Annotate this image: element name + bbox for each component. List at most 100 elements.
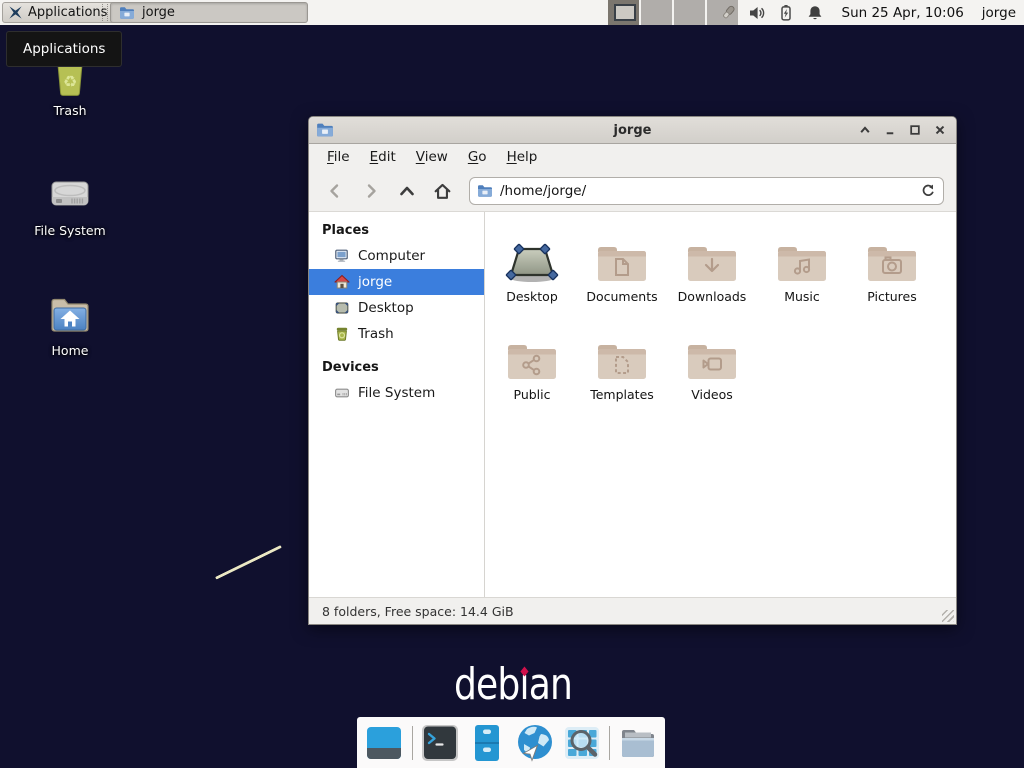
sidebar-item-label: Trash bbox=[358, 326, 394, 342]
application-finder-icon[interactable] bbox=[562, 722, 603, 763]
folder-item-pictures[interactable]: Pictures bbox=[847, 226, 937, 324]
desktop-icon-label: Home bbox=[22, 344, 118, 358]
window-folder-icon bbox=[316, 121, 334, 139]
sidebar-item-jorge[interactable]: jorge bbox=[309, 269, 484, 295]
trash-mini-icon bbox=[334, 326, 350, 342]
window-body: Places Computer bbox=[309, 212, 956, 597]
menu-help[interactable]: Help bbox=[497, 144, 548, 171]
xfce-applications-icon bbox=[8, 5, 23, 20]
top-panel: Applications jorge bbox=[0, 0, 1024, 25]
menu-bar: File Edit View Go Help bbox=[309, 144, 956, 171]
minimize-button[interactable] bbox=[882, 122, 898, 138]
up-button[interactable] bbox=[391, 177, 422, 205]
desktop-icon-label: Trash bbox=[22, 104, 118, 118]
system-tray: Sun 25 Apr, 10:06 jorge bbox=[718, 0, 1024, 25]
folder-item-downloads[interactable]: Downloads bbox=[667, 226, 757, 324]
sidebar-item-desktop[interactable]: Desktop bbox=[309, 295, 484, 321]
folder-icon-templates bbox=[595, 324, 649, 382]
folder-icon-downloads bbox=[685, 226, 739, 284]
sidebar-item-label: jorge bbox=[358, 274, 392, 290]
directory-menu-icon[interactable] bbox=[617, 722, 658, 763]
folder-label: Pictures bbox=[867, 289, 917, 304]
applications-menu-button[interactable]: Applications bbox=[2, 2, 117, 23]
home-button[interactable] bbox=[427, 177, 458, 205]
toolbar: /home/jorge/ bbox=[309, 171, 956, 212]
applications-menu-label: Applications bbox=[28, 5, 107, 20]
desktop-icon-label: File System bbox=[22, 224, 118, 238]
workspace-3[interactable] bbox=[674, 0, 707, 25]
menu-file[interactable]: File bbox=[317, 144, 360, 171]
devices-header: Devices bbox=[309, 355, 484, 380]
folder-view: Desktop bbox=[485, 212, 956, 597]
folder-label: Desktop bbox=[506, 289, 558, 304]
menu-go[interactable]: Go bbox=[458, 144, 497, 171]
desktop-icon-file-system[interactable]: File System bbox=[22, 170, 118, 238]
folder-item-documents[interactable]: Documents bbox=[577, 226, 667, 324]
folder-item-public[interactable]: Public bbox=[487, 324, 577, 422]
recycle-glyph: ♻ bbox=[63, 74, 77, 90]
folder-icon-public bbox=[505, 324, 559, 382]
desktop-root: Applications jorge bbox=[0, 0, 1024, 768]
menu-edit[interactable]: Edit bbox=[360, 144, 406, 171]
close-button[interactable] bbox=[932, 122, 948, 138]
web-browser-icon[interactable] bbox=[514, 722, 555, 763]
folder-item-desktop[interactable]: Desktop bbox=[487, 226, 577, 324]
sidebar-item-trash[interactable]: Trash bbox=[309, 321, 484, 347]
sidebar-item-file-system[interactable]: File System bbox=[309, 380, 484, 406]
address-text[interactable]: /home/jorge/ bbox=[500, 183, 913, 199]
dock-separator bbox=[412, 726, 413, 760]
file-manager-window: jorge File Edit View Go Help bbox=[308, 116, 957, 625]
places-header: Places bbox=[309, 218, 484, 243]
taskbar-window-button[interactable]: jorge bbox=[110, 2, 308, 23]
applications-tooltip: Applications bbox=[6, 31, 122, 67]
location-bar[interactable]: /home/jorge/ bbox=[469, 177, 944, 205]
bottom-dock bbox=[357, 717, 665, 768]
folder-icon-music bbox=[775, 226, 829, 284]
folder-label: Downloads bbox=[678, 289, 747, 304]
desktop-icon-home[interactable]: Home bbox=[22, 290, 118, 358]
folder-label: Documents bbox=[586, 289, 657, 304]
folder-icon bbox=[119, 5, 135, 21]
debian-wallpaper-logo: deb ı an bbox=[453, 663, 573, 707]
sidebar-item-label: Computer bbox=[358, 248, 425, 264]
battery-icon[interactable] bbox=[776, 3, 796, 23]
panel-handle[interactable] bbox=[102, 4, 108, 21]
taskbar-window-label: jorge bbox=[142, 5, 175, 20]
desktop-special-icon bbox=[505, 226, 559, 284]
terminal-icon[interactable] bbox=[419, 722, 460, 763]
logo-text: an bbox=[529, 663, 572, 707]
folder-icon-documents bbox=[595, 226, 649, 284]
maximize-button[interactable] bbox=[907, 122, 923, 138]
folder-icon-pictures bbox=[865, 226, 919, 284]
file-manager-icon[interactable] bbox=[467, 722, 508, 763]
volume-icon[interactable] bbox=[747, 3, 767, 23]
folder-label: Music bbox=[784, 289, 820, 304]
reload-icon[interactable] bbox=[920, 183, 936, 199]
status-bar: 8 folders, Free space: 14.4 GiB bbox=[309, 597, 956, 624]
dock-separator bbox=[609, 726, 610, 760]
folder-item-music[interactable]: Music bbox=[757, 226, 847, 324]
window-titlebar[interactable]: jorge bbox=[309, 117, 956, 144]
shade-button[interactable] bbox=[857, 122, 873, 138]
forward-button[interactable] bbox=[355, 177, 386, 205]
workspace-2[interactable] bbox=[641, 0, 674, 25]
sidebar-item-computer[interactable]: Computer bbox=[309, 243, 484, 269]
workspace-1[interactable] bbox=[608, 0, 641, 25]
status-text: 8 folders, Free space: 14.4 GiB bbox=[322, 604, 514, 619]
folder-item-videos[interactable]: Videos bbox=[667, 324, 757, 422]
home-folder-icon bbox=[45, 290, 95, 340]
computer-icon bbox=[334, 248, 350, 264]
tooltip-text: Applications bbox=[23, 41, 105, 57]
folder-item-templates[interactable]: Templates bbox=[577, 324, 667, 422]
resize-grip[interactable] bbox=[942, 610, 954, 622]
folder-label: Videos bbox=[691, 387, 733, 402]
notifications-bell-icon[interactable] bbox=[805, 3, 825, 23]
show-desktop-icon[interactable] bbox=[364, 722, 405, 763]
back-button[interactable] bbox=[319, 177, 350, 205]
annotation-stylus-icon[interactable] bbox=[718, 3, 738, 23]
panel-clock[interactable]: Sun 25 Apr, 10:06 bbox=[842, 5, 964, 21]
menu-view[interactable]: View bbox=[406, 144, 458, 171]
folder-label: Templates bbox=[590, 387, 654, 402]
home-icon bbox=[334, 274, 350, 290]
panel-username: jorge bbox=[982, 5, 1016, 21]
